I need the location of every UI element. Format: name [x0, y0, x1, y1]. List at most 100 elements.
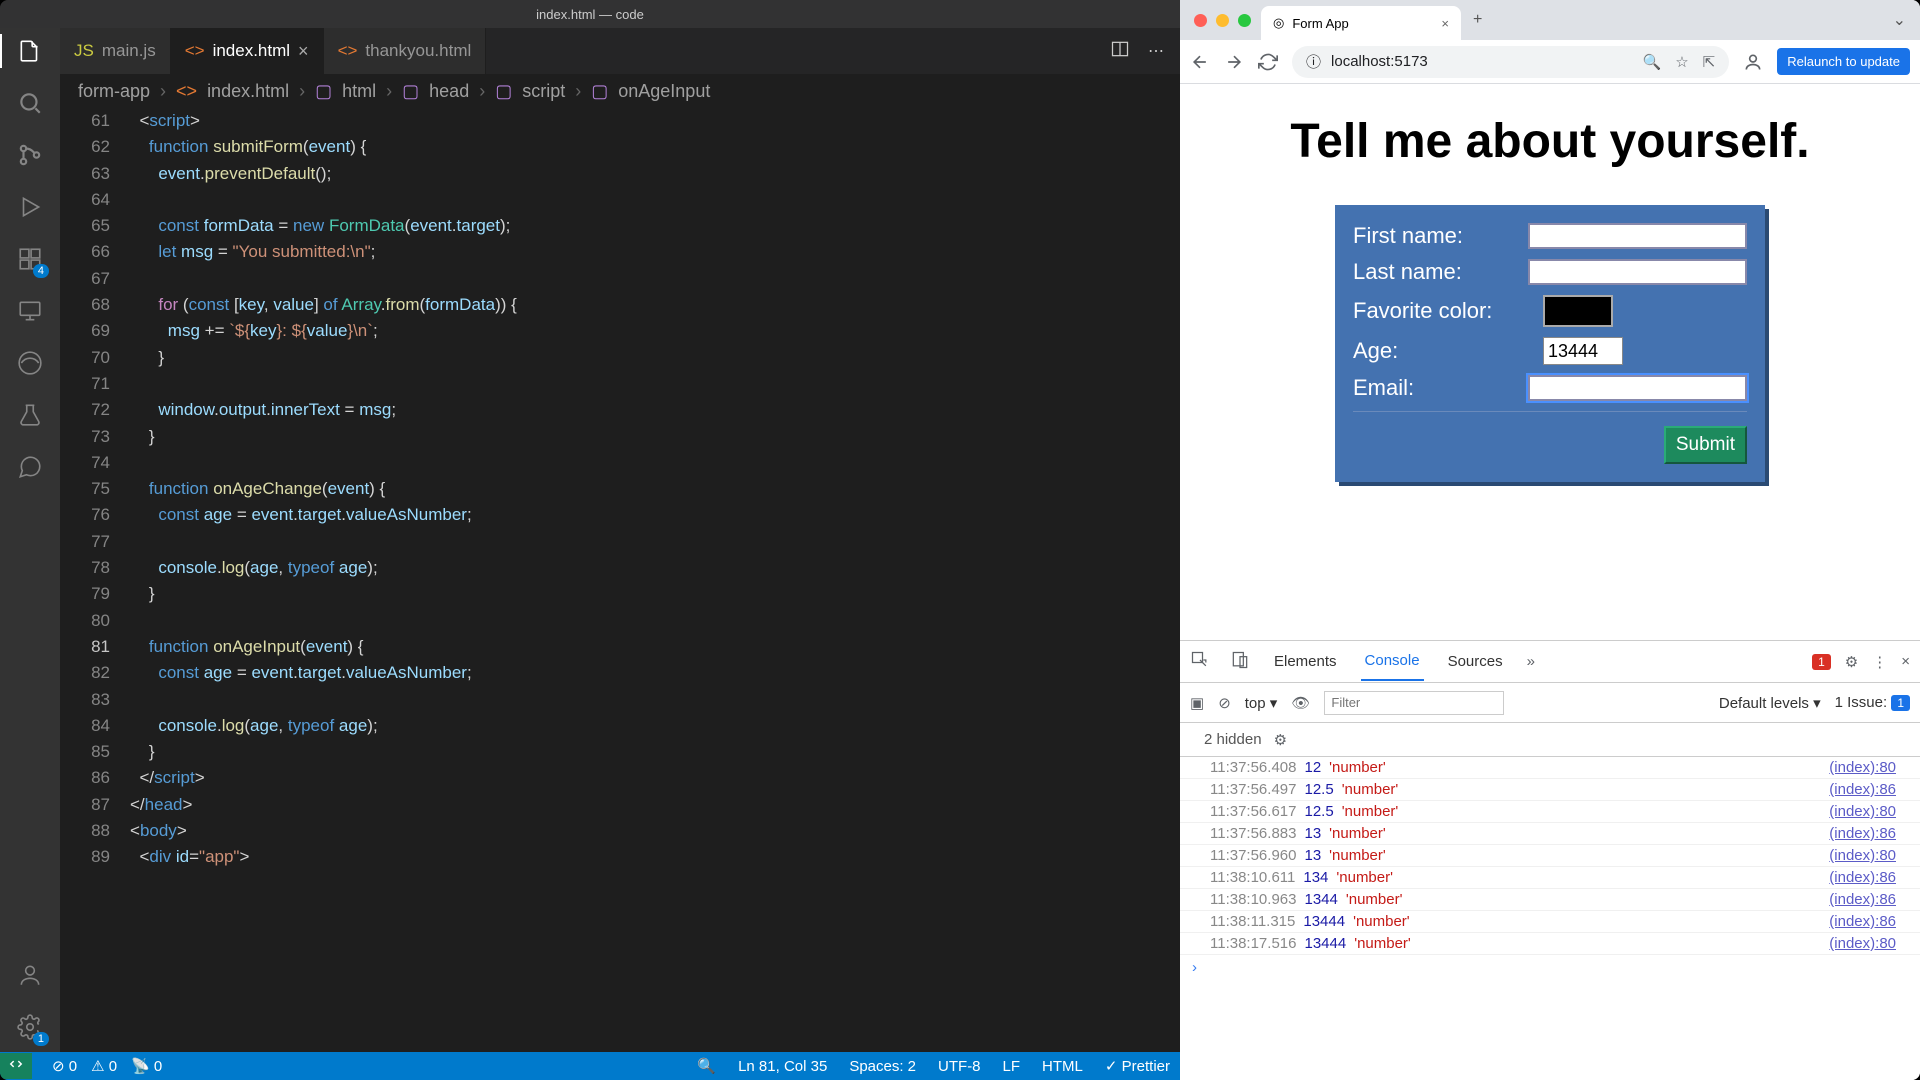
code-editor[interactable]: 6162636465666768697071727374757677787980…: [60, 108, 1180, 1052]
live-expr-icon[interactable]: 👁: [1291, 694, 1310, 712]
breadcrumb[interactable]: form-app› <>index.html› ▢html› ▢head› ▢s…: [60, 74, 1180, 108]
submit-button[interactable]: Submit: [1664, 426, 1747, 464]
expand-tabs-icon[interactable]: ⌄: [1893, 10, 1920, 30]
account-icon[interactable]: [15, 960, 45, 990]
code-content[interactable]: <script> function submitForm(event) { ev…: [130, 108, 1180, 1052]
devtools-settings-icon[interactable]: ⚙: [1845, 653, 1858, 671]
test-icon[interactable]: [15, 400, 45, 430]
tab-indexhtml[interactable]: <>index.html×: [171, 28, 324, 74]
age-input[interactable]: [1543, 337, 1623, 365]
warnings-status[interactable]: ⚠ 0: [91, 1057, 117, 1075]
search-icon[interactable]: [15, 88, 45, 118]
tab-sources[interactable]: Sources: [1444, 643, 1507, 680]
errors-status[interactable]: ⊘ 0: [52, 1057, 77, 1075]
address-bar[interactable]: ⓘ localhost:5173 🔍 ☆ ⇱: [1292, 46, 1729, 78]
edge-tools-icon[interactable]: [15, 348, 45, 378]
extensions-badge: 4: [33, 264, 49, 278]
source-link[interactable]: (index):86: [1829, 891, 1896, 908]
settings-icon[interactable]: 1: [15, 1012, 45, 1042]
source-link[interactable]: (index):80: [1829, 847, 1896, 864]
device-toggle-icon[interactable]: [1230, 650, 1250, 674]
browser-window: ◎ Form App × + ⌄ ⓘ localhost:5173 🔍 ☆ ⇱ …: [1180, 0, 1920, 1080]
livechat-icon[interactable]: [15, 452, 45, 482]
sidebar-toggle-icon[interactable]: ▣: [1190, 694, 1204, 712]
page-heading: Tell me about yourself.: [1180, 114, 1920, 169]
bc-item[interactable]: form-app: [78, 81, 150, 102]
zoom-page-icon[interactable]: 🔍: [1643, 53, 1662, 71]
profile-icon[interactable]: [1743, 52, 1763, 72]
bookmark-icon[interactable]: ☆: [1675, 53, 1688, 71]
hidden-count[interactable]: 2 hidden: [1204, 731, 1262, 748]
remote-explorer-icon[interactable]: [15, 296, 45, 326]
close-tab-icon[interactable]: ×: [1441, 16, 1449, 31]
back-icon[interactable]: [1190, 52, 1210, 72]
context-selector[interactable]: top ▾: [1245, 694, 1278, 712]
filter-input[interactable]: [1324, 691, 1504, 715]
formatter-status[interactable]: ✓ Prettier: [1105, 1057, 1170, 1075]
encoding-status[interactable]: UTF-8: [938, 1058, 981, 1075]
install-app-icon[interactable]: ⇱: [1703, 53, 1716, 71]
source-link[interactable]: (index):86: [1829, 781, 1896, 798]
tab-thankyouhtml[interactable]: <>thankyou.html: [324, 28, 487, 74]
extensions-icon[interactable]: 4: [15, 244, 45, 274]
source-link[interactable]: (index):86: [1829, 913, 1896, 930]
minimize-window-icon[interactable]: [1216, 14, 1229, 27]
source-link[interactable]: (index):86: [1829, 825, 1896, 842]
source-link[interactable]: (index):80: [1829, 803, 1896, 820]
console-prompt[interactable]: ›: [1180, 955, 1920, 980]
last-name-input[interactable]: [1528, 259, 1747, 285]
close-icon[interactable]: ×: [298, 41, 309, 62]
source-link[interactable]: (index):80: [1829, 935, 1896, 952]
relaunch-button[interactable]: Relaunch to update: [1777, 48, 1910, 75]
age-label: Age:: [1353, 338, 1543, 364]
ports-status[interactable]: 📡 0: [131, 1057, 162, 1075]
new-tab-icon[interactable]: +: [1461, 11, 1494, 29]
explorer-icon[interactable]: [15, 36, 45, 66]
console-log-line: 11:38:10.9631344'number'(index):86: [1180, 889, 1920, 911]
clear-console-icon[interactable]: ⊘: [1218, 694, 1231, 712]
color-input[interactable]: [1543, 295, 1613, 327]
bc-item[interactable]: index.html: [207, 81, 289, 102]
error-counter[interactable]: 1: [1812, 653, 1831, 670]
close-window-icon[interactable]: [1194, 14, 1207, 27]
email-input[interactable]: [1528, 375, 1747, 401]
eol-status[interactable]: LF: [1003, 1058, 1021, 1075]
tab-console[interactable]: Console: [1361, 642, 1424, 681]
reload-icon[interactable]: [1258, 52, 1278, 72]
run-debug-icon[interactable]: [15, 192, 45, 222]
console-output[interactable]: 11:37:56.40812'number'(index):8011:37:56…: [1180, 757, 1920, 1080]
cursor-pos[interactable]: Ln 81, Col 35: [738, 1058, 827, 1075]
source-control-icon[interactable]: [15, 140, 45, 170]
remote-indicator[interactable]: [0, 1053, 32, 1079]
console-log-line: 11:38:17.51613444'number'(index):80: [1180, 933, 1920, 955]
bc-item[interactable]: html: [342, 81, 376, 102]
issues-link[interactable]: 1 Issue: 1: [1835, 694, 1910, 711]
form-box: First name: Last name: Favorite color: A…: [1335, 205, 1765, 482]
title-text: index.html — code: [536, 7, 644, 22]
log-levels-selector[interactable]: Default levels ▾: [1719, 694, 1821, 712]
inspect-icon[interactable]: [1190, 650, 1210, 674]
more-tabs-icon[interactable]: »: [1527, 653, 1535, 670]
devtools-close-icon[interactable]: ×: [1901, 653, 1910, 670]
devtools-menu-icon[interactable]: ⋮: [1872, 653, 1887, 671]
split-editor-icon[interactable]: [1110, 39, 1130, 64]
hidden-settings-icon[interactable]: ⚙: [1274, 731, 1287, 749]
first-name-input[interactable]: [1528, 223, 1747, 249]
bc-item[interactable]: script: [522, 81, 565, 102]
browser-tab[interactable]: ◎ Form App ×: [1261, 6, 1461, 40]
maximize-window-icon[interactable]: [1238, 14, 1251, 27]
source-link[interactable]: (index):80: [1829, 759, 1896, 776]
bc-item[interactable]: head: [429, 81, 469, 102]
editor-tabs: JSmain.js <>index.html× <>thankyou.html …: [60, 28, 1180, 74]
tab-mainjs[interactable]: JSmain.js: [60, 28, 171, 74]
tab-elements[interactable]: Elements: [1270, 643, 1341, 680]
html-file-icon: <>: [185, 41, 205, 61]
bc-item[interactable]: onAgeInput: [618, 81, 710, 102]
zoom-icon[interactable]: 🔍: [697, 1057, 716, 1075]
forward-icon[interactable]: [1224, 52, 1244, 72]
indent-status[interactable]: Spaces: 2: [849, 1058, 916, 1075]
lang-status[interactable]: HTML: [1042, 1058, 1083, 1075]
more-actions-icon[interactable]: ⋯: [1148, 41, 1164, 61]
source-link[interactable]: (index):86: [1829, 869, 1896, 886]
site-info-icon[interactable]: ⓘ: [1306, 51, 1321, 72]
